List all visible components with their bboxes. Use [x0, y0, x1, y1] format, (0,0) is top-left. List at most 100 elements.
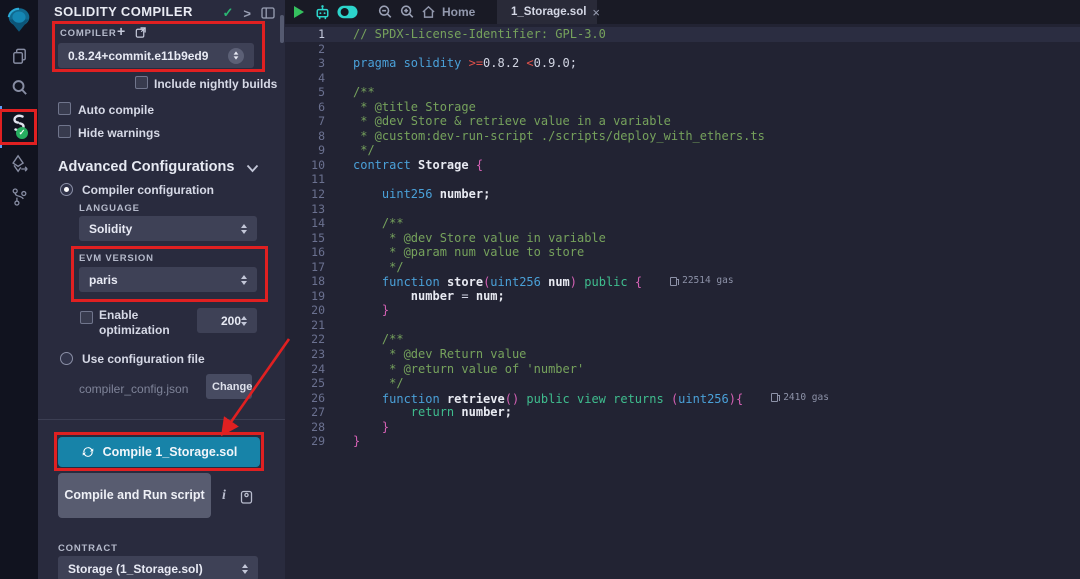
code-line[interactable]: return number; — [353, 405, 829, 420]
code-line[interactable]: /** — [353, 216, 829, 231]
code-line[interactable]: function store(uint256 num) public {2251… — [353, 274, 829, 289]
code-line[interactable]: } — [353, 420, 829, 435]
line-number[interactable]: 26 — [285, 391, 325, 406]
code-line[interactable]: /** — [353, 332, 829, 347]
ai-copilot-toggle[interactable] — [337, 0, 358, 24]
line-number[interactable]: 23 — [285, 347, 325, 362]
chevron-right-icon[interactable]: > — [243, 6, 251, 21]
sidebar-item-search[interactable] — [0, 76, 38, 98]
code-line[interactable]: // SPDX-License-Identifier: GPL-3.0 — [353, 27, 829, 42]
code-line[interactable] — [353, 318, 829, 333]
code-line[interactable]: */ — [353, 143, 829, 158]
line-number[interactable]: 3 — [285, 56, 325, 71]
code-line[interactable]: number = num; — [353, 289, 829, 304]
nightly-builds-checkbox[interactable] — [135, 76, 148, 89]
code-line[interactable] — [353, 42, 829, 57]
code-line[interactable]: } — [353, 303, 829, 318]
clipboard-icon[interactable] — [240, 489, 253, 504]
line-number[interactable]: 7 — [285, 114, 325, 129]
line-number[interactable]: 27 — [285, 405, 325, 420]
open-file-icon[interactable] — [134, 26, 147, 39]
line-number-gutter[interactable]: 1234567891011121314151617181920212223242… — [285, 27, 339, 449]
line-number[interactable]: 14 — [285, 216, 325, 231]
sidebar-item-solidity-compiler[interactable]: ✓ — [0, 108, 38, 138]
plus-icon[interactable]: + — [117, 23, 125, 39]
tab-home[interactable]: Home — [421, 0, 475, 24]
line-number[interactable]: 4 — [285, 71, 325, 86]
line-number[interactable]: 15 — [285, 231, 325, 246]
code-line[interactable] — [353, 71, 829, 86]
toggle-icon — [337, 5, 358, 19]
line-number[interactable]: 29 — [285, 434, 325, 449]
code-line[interactable] — [353, 172, 829, 187]
line-number[interactable]: 19 — [285, 289, 325, 304]
line-number[interactable]: 16 — [285, 245, 325, 260]
line-number[interactable]: 8 — [285, 129, 325, 144]
line-number[interactable]: 5 — [285, 85, 325, 100]
code-line[interactable]: uint256 number; — [353, 187, 829, 202]
line-number[interactable]: 9 — [285, 143, 325, 158]
sidebar-item-git[interactable] — [0, 185, 38, 209]
code-line[interactable]: */ — [353, 376, 829, 391]
compiler-version-select[interactable]: 0.8.24+commit.e11b9ed9 — [58, 43, 254, 68]
chevron-down-icon[interactable] — [246, 164, 259, 173]
advanced-configurations-title[interactable]: Advanced Configurations — [58, 159, 234, 175]
line-number[interactable]: 1 — [285, 27, 325, 42]
code-line[interactable]: */ — [353, 260, 829, 275]
sidebar-item-file-explorer[interactable] — [0, 45, 38, 67]
line-number[interactable]: 24 — [285, 362, 325, 377]
line-number[interactable]: 6 — [285, 100, 325, 115]
use-config-file-radio[interactable] — [60, 352, 73, 365]
line-number[interactable]: 2 — [285, 42, 325, 57]
code-line[interactable] — [353, 202, 829, 217]
code-line[interactable]: * @param num value to store — [353, 245, 829, 260]
code-line[interactable]: * @dev Store value in variable — [353, 231, 829, 246]
code-line[interactable]: contract Storage { — [353, 158, 829, 173]
info-icon[interactable]: i — [222, 488, 226, 504]
code-line[interactable]: * @dev Return value — [353, 347, 829, 362]
code-content[interactable]: // SPDX-License-Identifier: GPL-3.0 pragm… — [353, 27, 829, 449]
language-select[interactable]: Solidity — [79, 216, 257, 241]
code-line[interactable]: * @custom:dev-run-script ./scripts/deplo… — [353, 129, 829, 144]
line-number[interactable]: 21 — [285, 318, 325, 333]
code-line[interactable]: } — [353, 434, 829, 449]
evm-version-select[interactable]: paris — [79, 267, 257, 292]
tab-storage-sol[interactable]: 1_Storage.sol × — [497, 0, 597, 24]
split-panel-icon[interactable] — [261, 7, 275, 19]
hide-warnings-checkbox[interactable] — [58, 125, 71, 138]
zoom-in-button[interactable] — [399, 0, 415, 24]
auto-compile-checkbox[interactable] — [58, 102, 71, 115]
line-number[interactable]: 13 — [285, 202, 325, 217]
code-line[interactable]: * @return value of 'number' — [353, 362, 829, 377]
optimization-runs-input[interactable]: 200 — [197, 308, 257, 333]
compile-and-run-button[interactable]: Compile and Run script — [58, 473, 211, 518]
code-line[interactable]: * @title Storage — [353, 100, 829, 115]
compile-button[interactable]: Compile 1_Storage.sol — [58, 437, 260, 467]
close-icon[interactable]: × — [592, 6, 600, 19]
line-number[interactable]: 25 — [285, 376, 325, 391]
code-line[interactable]: /** — [353, 85, 829, 100]
line-number[interactable]: 22 — [285, 332, 325, 347]
compiler-configuration-radio[interactable] — [60, 183, 73, 196]
line-number[interactable]: 18 — [285, 274, 325, 289]
remix-ai-button[interactable] — [313, 0, 332, 24]
code-token: number — [411, 289, 454, 303]
zoom-out-button[interactable] — [377, 0, 393, 24]
remix-logo[interactable] — [0, 4, 38, 34]
line-number[interactable]: 11 — [285, 172, 325, 187]
line-number[interactable]: 28 — [285, 420, 325, 435]
code-line[interactable]: * @dev Store & retrieve value in a varia… — [353, 114, 829, 129]
line-number[interactable]: 10 — [285, 158, 325, 173]
change-config-button[interactable]: Change — [206, 374, 252, 399]
line-number[interactable]: 20 — [285, 303, 325, 318]
code-editor[interactable]: 1234567891011121314151617181920212223242… — [285, 24, 1080, 579]
line-number[interactable]: 17 — [285, 260, 325, 275]
code-line[interactable]: function retrieve() public view returns … — [353, 391, 829, 406]
contract-select[interactable]: Storage (1_Storage.sol) — [58, 556, 258, 579]
line-number[interactable]: 12 — [285, 187, 325, 202]
code-line[interactable]: pragma solidity >=0.8.2 <0.9.0; — [353, 56, 829, 71]
sidebar-item-deploy-run[interactable] — [0, 152, 38, 176]
enable-optimization-checkbox[interactable] — [80, 311, 93, 324]
run-script-button[interactable] — [294, 0, 304, 24]
panel-scrollbar[interactable] — [280, 15, 284, 43]
